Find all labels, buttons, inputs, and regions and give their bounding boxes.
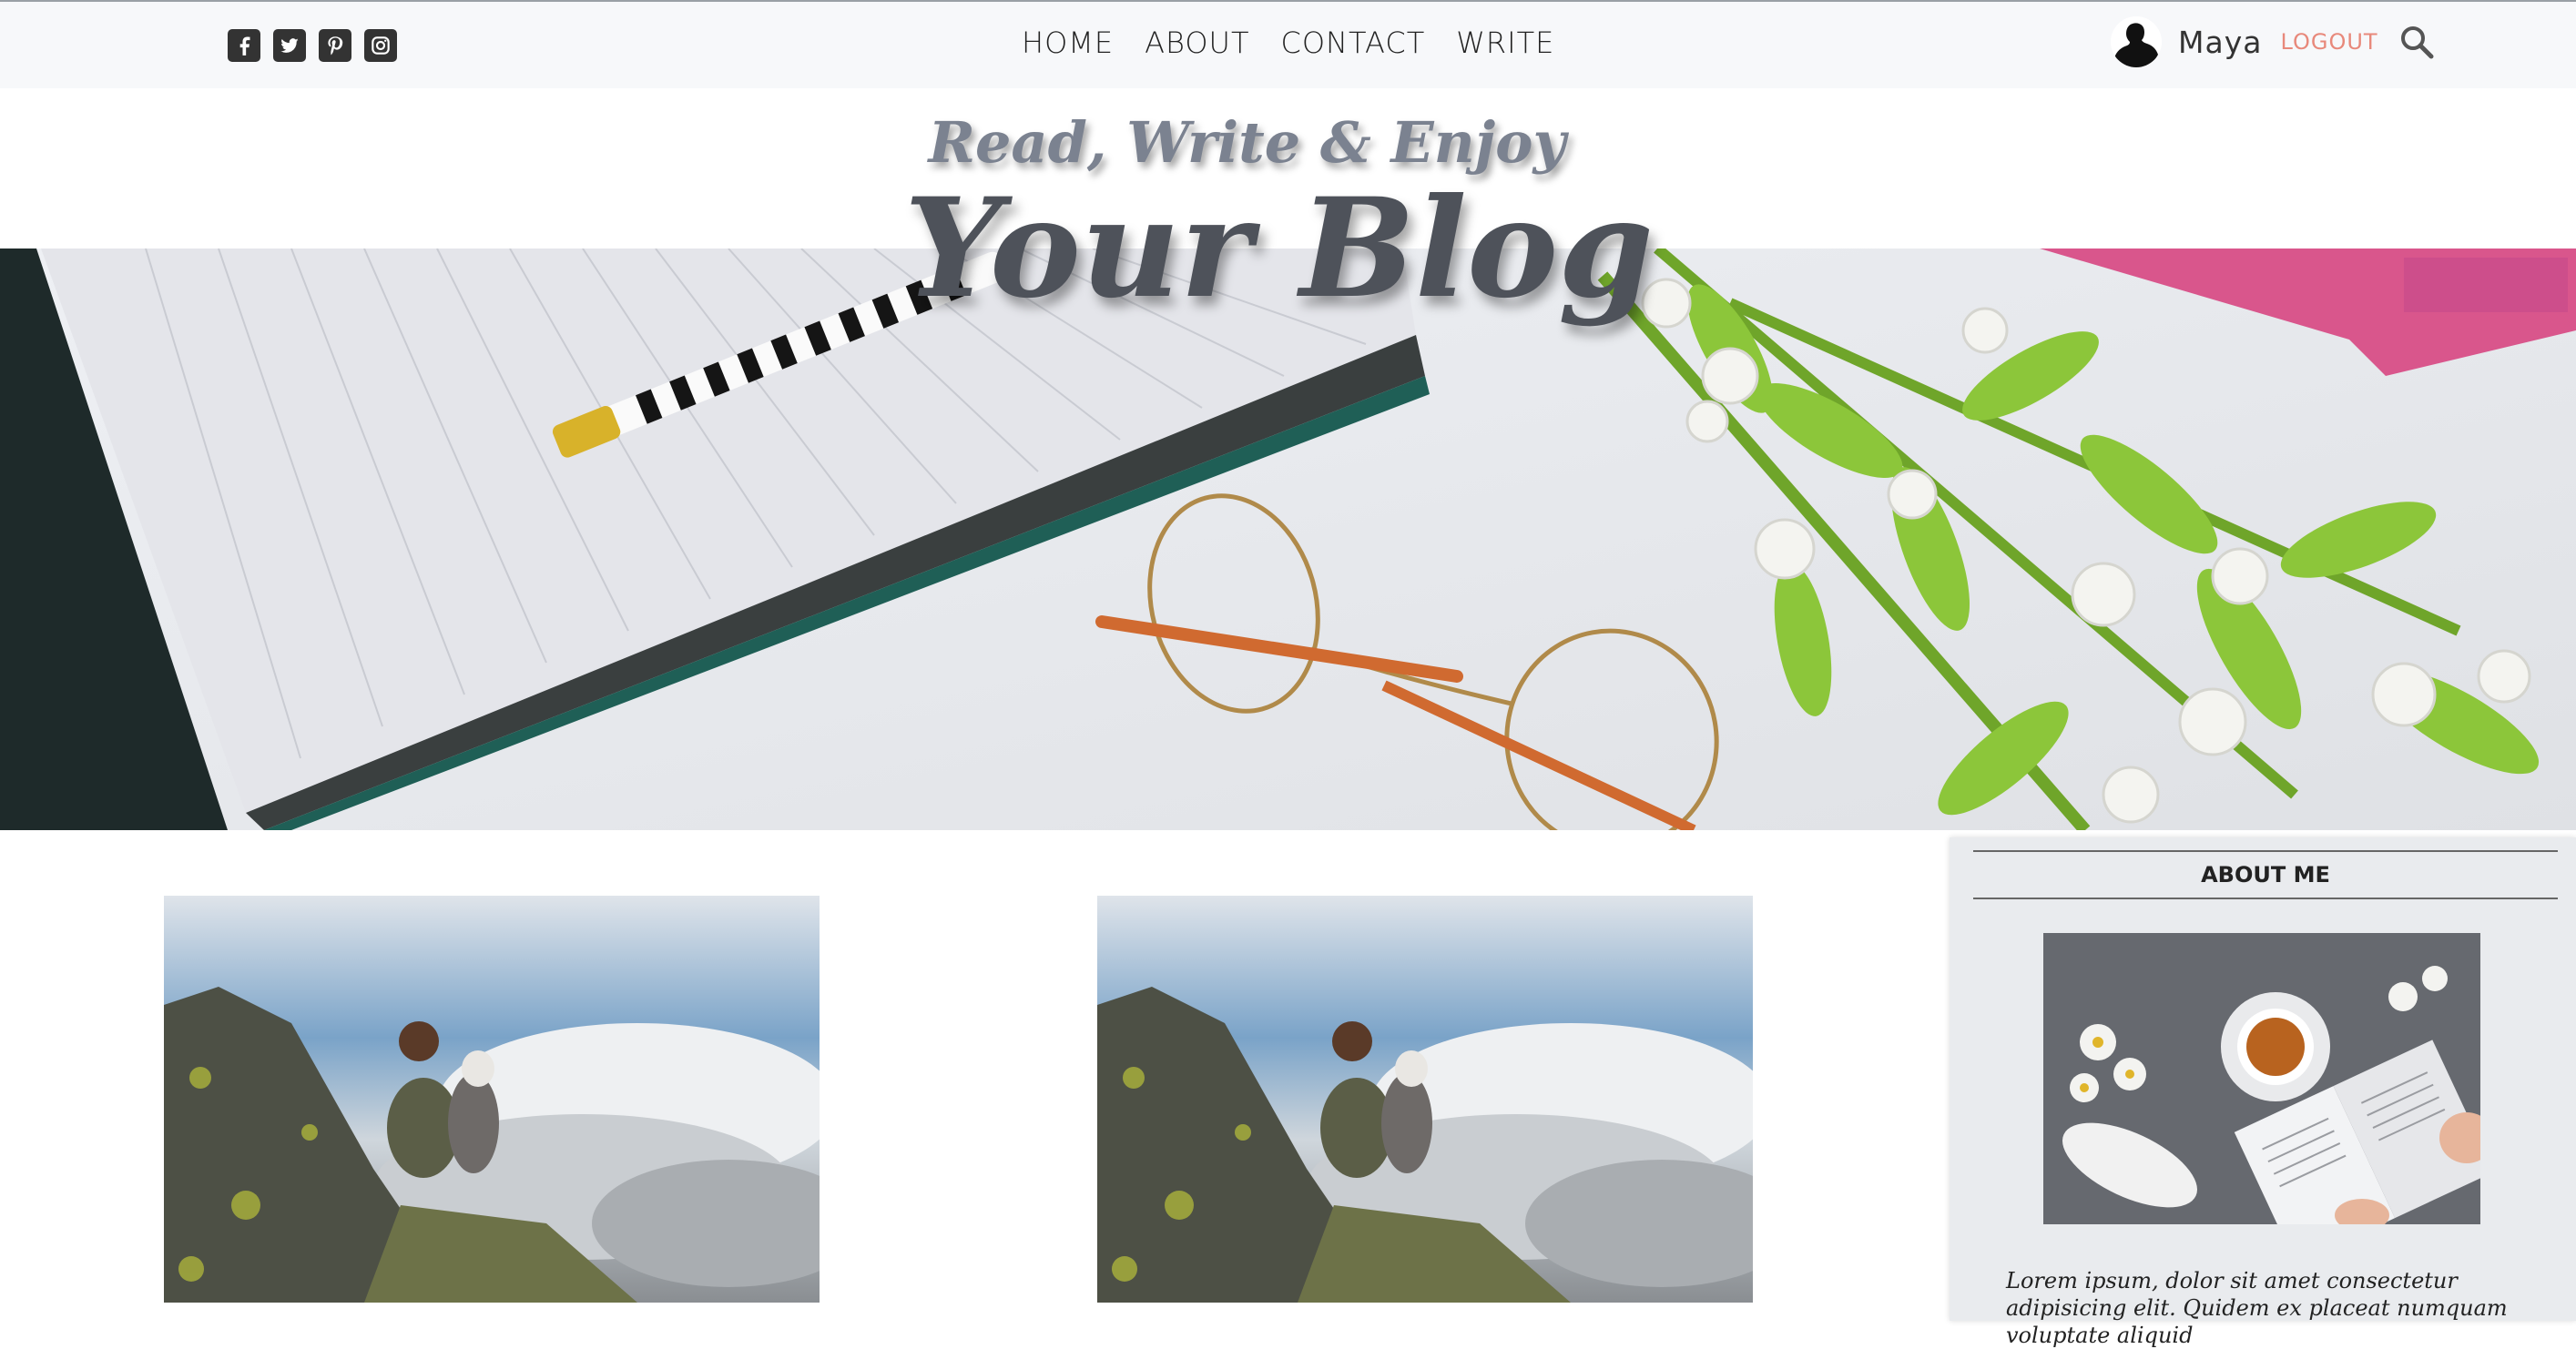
instagram-icon[interactable] (364, 29, 397, 62)
nav-contact[interactable]: CONTACT (1281, 25, 1426, 60)
about-me-text: Lorem ipsum, dolor sit amet consectetur … (2006, 1268, 2508, 1348)
logout-link[interactable]: LOGOUT (2280, 29, 2377, 55)
hero-title: Your Blog (903, 168, 1655, 329)
top-navbar: HOME ABOUT CONTACT WRITE Maya LOGOUT (0, 0, 2576, 88)
main-menu: HOME ABOUT CONTACT WRITE (1022, 25, 1554, 60)
search-icon[interactable] (2398, 24, 2435, 60)
hero-image (0, 248, 2576, 830)
about-me-image (2043, 933, 2480, 1224)
nav-about[interactable]: ABOUT (1145, 25, 1249, 60)
nav-home[interactable]: HOME (1022, 25, 1114, 60)
avatar[interactable] (2111, 16, 2162, 67)
post-image[interactable] (1097, 896, 1753, 1303)
pinterest-icon[interactable] (319, 29, 351, 62)
facebook-icon[interactable] (228, 29, 260, 62)
username: Maya (2178, 24, 2263, 60)
user-area: Maya LOGOUT (2111, 16, 2435, 67)
post-image[interactable] (164, 896, 820, 1303)
nav-write[interactable]: WRITE (1456, 25, 1554, 60)
social-icons (228, 29, 397, 62)
sidebar-title: ABOUT ME (1973, 850, 2558, 899)
about-me-sidebar: ABOUT ME Lorem ipsum, dolor sit amet con… (1950, 837, 2576, 1348)
hero-tagline: Read, Write & Enjoy (928, 109, 1566, 176)
twitter-icon[interactable] (273, 29, 306, 62)
